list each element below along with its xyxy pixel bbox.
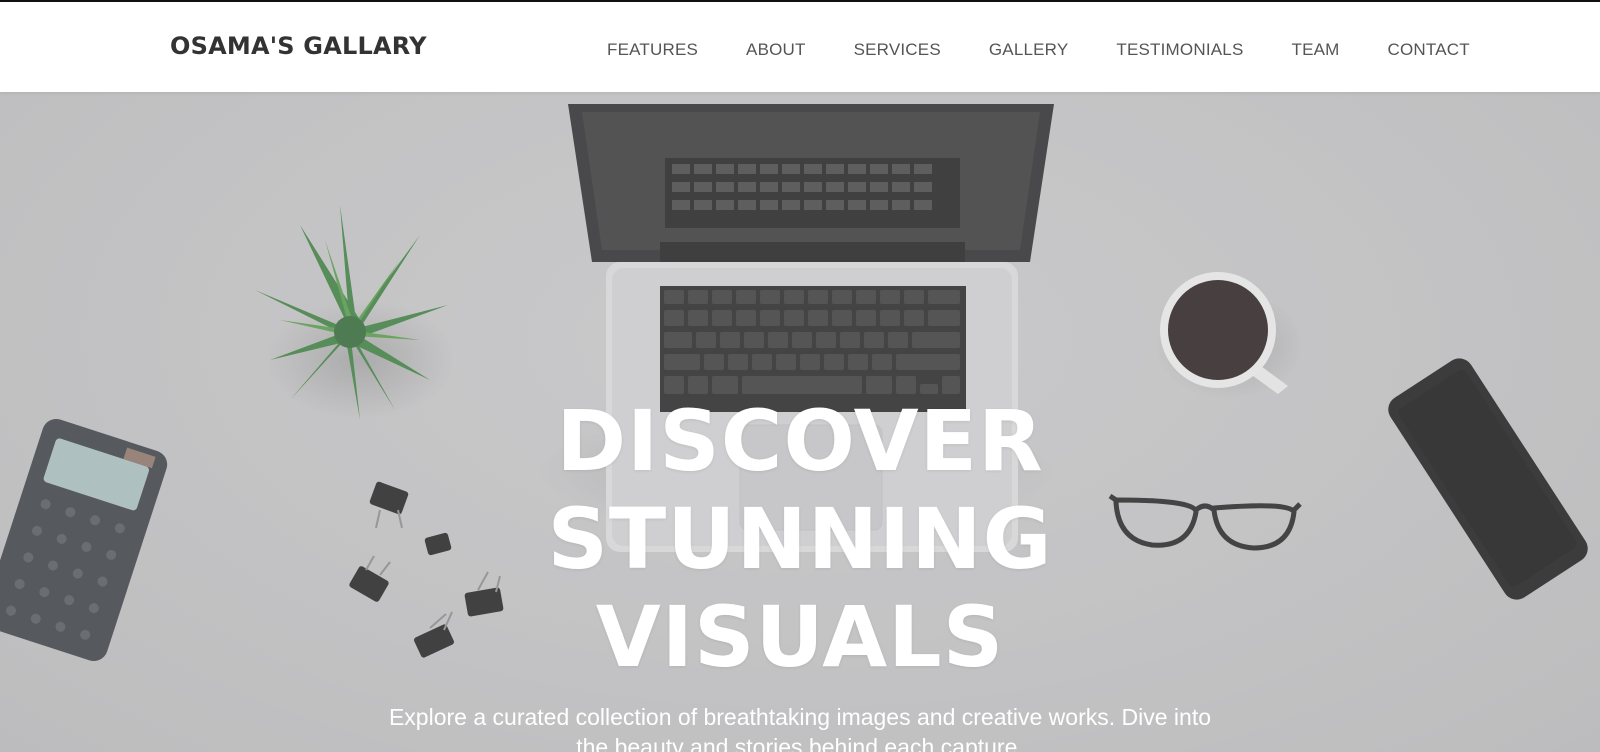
nav-link-contact[interactable]: CONTACT [1388, 40, 1470, 59]
hero-section: DISCOVER STUNNING VISUALS Explore a cura… [0, 0, 1600, 752]
nav-item-features: FEATURES [607, 40, 698, 60]
hero-title-line: DISCOVER [556, 392, 1044, 490]
nav-item-gallery: GALLERY [989, 40, 1069, 60]
main-nav: FEATURES ABOUT SERVICES GALLERY TESTIMON… [607, 40, 1470, 60]
nav-link-testimonials[interactable]: TESTIMONIALS [1116, 40, 1243, 59]
hero-title-line: STUNNING [547, 490, 1053, 588]
nav-item-services: SERVICES [854, 40, 941, 60]
nav-link-about[interactable]: ABOUT [746, 40, 806, 59]
nav-item-about: ABOUT [746, 40, 806, 60]
nav-link-services[interactable]: SERVICES [854, 40, 941, 59]
top-navbar: OSAMA'S GALLARY FEATURES ABOUT SERVICES … [0, 0, 1600, 92]
hero-title: DISCOVER STUNNING VISUALS [0, 392, 1600, 686]
brand-logo-link[interactable]: OSAMA'S GALLARY [170, 32, 427, 60]
hero-title-line: VISUALS [595, 588, 1005, 686]
nav-item-contact: CONTACT [1388, 40, 1470, 60]
nav-link-features[interactable]: FEATURES [607, 40, 698, 59]
nav-item-team: TEAM [1291, 40, 1339, 60]
nav-link-gallery[interactable]: GALLERY [989, 40, 1069, 59]
nav-link-team[interactable]: TEAM [1291, 40, 1339, 59]
nav-item-testimonials: TESTIMONIALS [1116, 40, 1243, 60]
hero-subtitle: Explore a curated collection of breathta… [388, 704, 1212, 752]
